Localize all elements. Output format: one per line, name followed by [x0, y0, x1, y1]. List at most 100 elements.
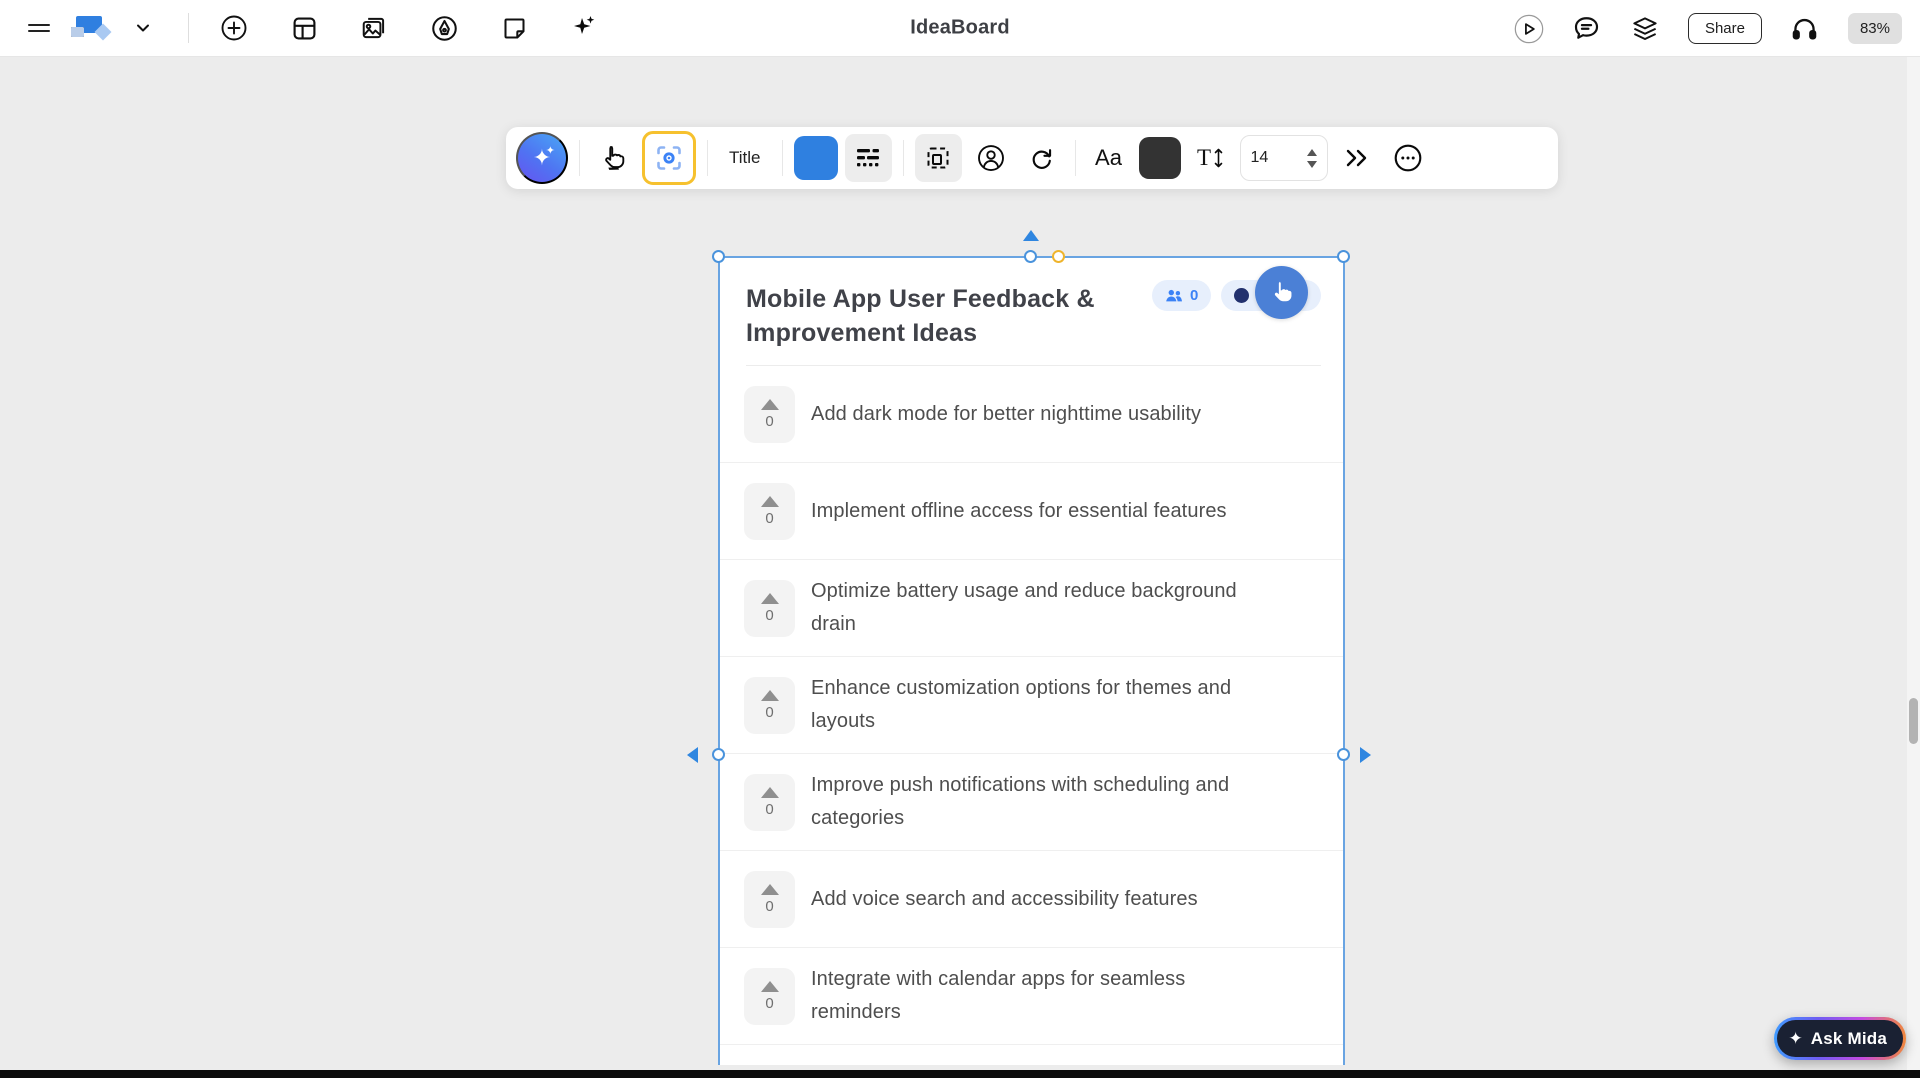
vote-count: 0	[765, 412, 774, 430]
mida-sparkle-icon: ✦	[1788, 1029, 1803, 1048]
idea-text: Optimize battery usage and reduce backgr…	[811, 580, 1237, 635]
ai-sparkles-icon[interactable]	[569, 13, 599, 43]
idea-text: Add voice search and accessibility featu…	[811, 887, 1198, 910]
toolbar-divider	[1074, 140, 1076, 176]
upvote-button[interactable]: 0	[744, 773, 795, 831]
upvote-button[interactable]: 0	[744, 579, 795, 637]
vertical-scrollbar	[1907, 57, 1920, 1070]
idea-text: Improve push notifications with scheduli…	[811, 774, 1230, 829]
card-header: Mobile App User Feedback & Improvement I…	[720, 258, 1343, 366]
zoom-level-badge[interactable]: 83%	[1847, 13, 1902, 44]
idea-row: 0 Improve push notifications with schedu…	[720, 754, 1343, 851]
idea-row: 0 Add dark mode for better nighttime usa…	[720, 366, 1343, 463]
title-style-button[interactable]: Title	[719, 134, 771, 182]
collaborator-avatar-button[interactable]	[969, 134, 1013, 182]
idea-text: Add dark mode for better nighttime usabi…	[811, 402, 1202, 425]
ai-assistant-button[interactable]: ✦ ✦	[516, 132, 568, 184]
expand-arrow-left-icon[interactable]	[687, 747, 698, 763]
expand-arrow-up-icon[interactable]	[1023, 230, 1039, 241]
pen-tool-icon[interactable]	[429, 13, 459, 43]
pointing-hand-icon	[1274, 281, 1292, 302]
layers-icon[interactable]	[1630, 14, 1660, 44]
toolbar-divider	[781, 140, 783, 176]
upvote-button[interactable]: 0	[744, 870, 795, 928]
idea-row: 0 Optimize battery usage and reduce back…	[720, 560, 1343, 657]
select-hand-tool[interactable]	[591, 134, 635, 182]
sticky-note-icon[interactable]	[499, 13, 529, 43]
card-title: Mobile App User Feedback & Improvement I…	[746, 285, 1095, 347]
remote-selection-handle[interactable]	[1052, 250, 1065, 263]
focus-center-tool-selected[interactable]	[642, 131, 696, 185]
expand-toolbar-chevrons[interactable]	[1335, 134, 1379, 182]
idea-row: 0 Add voice search and accessibility fea…	[720, 851, 1343, 948]
vote-count: 0	[765, 509, 774, 527]
font-size-input[interactable]	[1250, 149, 1287, 167]
context-toolbar: ✦ ✦ Title Aa T 14	[506, 127, 1558, 189]
page-title: IdeaBoard	[910, 16, 1010, 39]
redo-icon[interactable]	[1020, 134, 1064, 182]
upvote-button[interactable]: 0	[744, 385, 795, 443]
list-style-button[interactable]	[844, 134, 892, 182]
idea-text: Integrate with calendar apps for seamles…	[811, 968, 1186, 1023]
upvote-arrow-icon	[760, 689, 779, 701]
votes-dot-icon	[1234, 288, 1250, 303]
upvote-button[interactable]: 0	[744, 967, 795, 1025]
selection-handle-top-center[interactable]	[1024, 250, 1037, 263]
idea-text: Implement offline access for essential f…	[811, 499, 1227, 522]
text-size-button[interactable]: T	[1189, 134, 1233, 182]
text-color-swatch[interactable]	[1138, 134, 1182, 182]
top-app-bar: IdeaBoard Share 83%	[0, 0, 1920, 57]
collaborators-badge: 0	[1151, 280, 1212, 311]
selection-handle-mid-left[interactable]	[712, 748, 725, 761]
comments-icon[interactable]	[1572, 14, 1602, 44]
expand-arrow-right-icon[interactable]	[1360, 747, 1371, 763]
ask-mida-label: Ask Mida	[1810, 1028, 1887, 1048]
upvote-button[interactable]: 0	[744, 482, 795, 540]
upvote-arrow-icon	[760, 495, 779, 507]
dark-swatch	[1138, 137, 1181, 179]
upvote-button[interactable]: 0	[744, 676, 795, 734]
hamburger-menu-icon[interactable]	[24, 13, 54, 43]
upvote-arrow-icon	[760, 398, 779, 410]
toolbar-divider	[579, 140, 580, 176]
remote-cursor-pointer	[1255, 266, 1308, 319]
idea-row: 0 Implement offline access for essential…	[720, 463, 1343, 560]
stepper-up-icon[interactable]	[1306, 148, 1317, 156]
resize-frame-button[interactable]	[914, 134, 962, 182]
idea-board-card[interactable]: Mobile App User Feedback & Improvement I…	[718, 256, 1345, 1065]
toolbar-divider	[902, 140, 904, 176]
toolbar-divider	[707, 140, 708, 176]
upvote-arrow-icon	[760, 592, 779, 604]
more-options-icon[interactable]	[1386, 134, 1430, 182]
image-icon[interactable]	[359, 13, 389, 43]
selection-handle-top-left[interactable]	[712, 250, 725, 263]
vote-count: 0	[765, 606, 774, 624]
stepper-arrows[interactable]	[1306, 148, 1317, 168]
font-size-stepper	[1239, 135, 1328, 181]
upvote-arrow-icon	[760, 786, 779, 798]
collaborators-count: 0	[1189, 287, 1199, 304]
insert-tools	[219, 13, 599, 43]
upvote-arrow-icon	[760, 883, 779, 895]
ask-mida-container[interactable]: ✦ Ask Mida	[1773, 1017, 1906, 1060]
vote-count: 0	[765, 897, 774, 915]
audio-headphones-icon[interactable]	[1790, 14, 1820, 44]
scrollbar-thumb[interactable]	[1909, 698, 1918, 744]
people-icon	[1166, 289, 1182, 301]
stepper-down-icon[interactable]	[1306, 160, 1317, 168]
font-family-button[interactable]: Aa	[1087, 134, 1131, 182]
add-plus-circle-icon[interactable]	[219, 13, 249, 43]
idea-text: Enhance customization options for themes…	[811, 677, 1232, 732]
fill-color-swatch[interactable]	[793, 134, 838, 182]
present-play-icon[interactable]	[1514, 14, 1544, 44]
selection-handle-top-right[interactable]	[1337, 250, 1350, 263]
share-button[interactable]: Share	[1687, 13, 1762, 44]
idea-row: 0 Enhance customization options for them…	[720, 657, 1343, 754]
ask-mida-button[interactable]: ✦ Ask Mida	[1776, 1020, 1903, 1057]
upvote-arrow-icon	[760, 980, 779, 992]
template-layout-icon[interactable]	[289, 13, 319, 43]
board-switcher-chevron-down-icon[interactable]	[128, 13, 158, 43]
vote-count: 0	[765, 800, 774, 818]
blue-swatch	[793, 136, 838, 180]
selection-handle-mid-right[interactable]	[1337, 748, 1350, 761]
